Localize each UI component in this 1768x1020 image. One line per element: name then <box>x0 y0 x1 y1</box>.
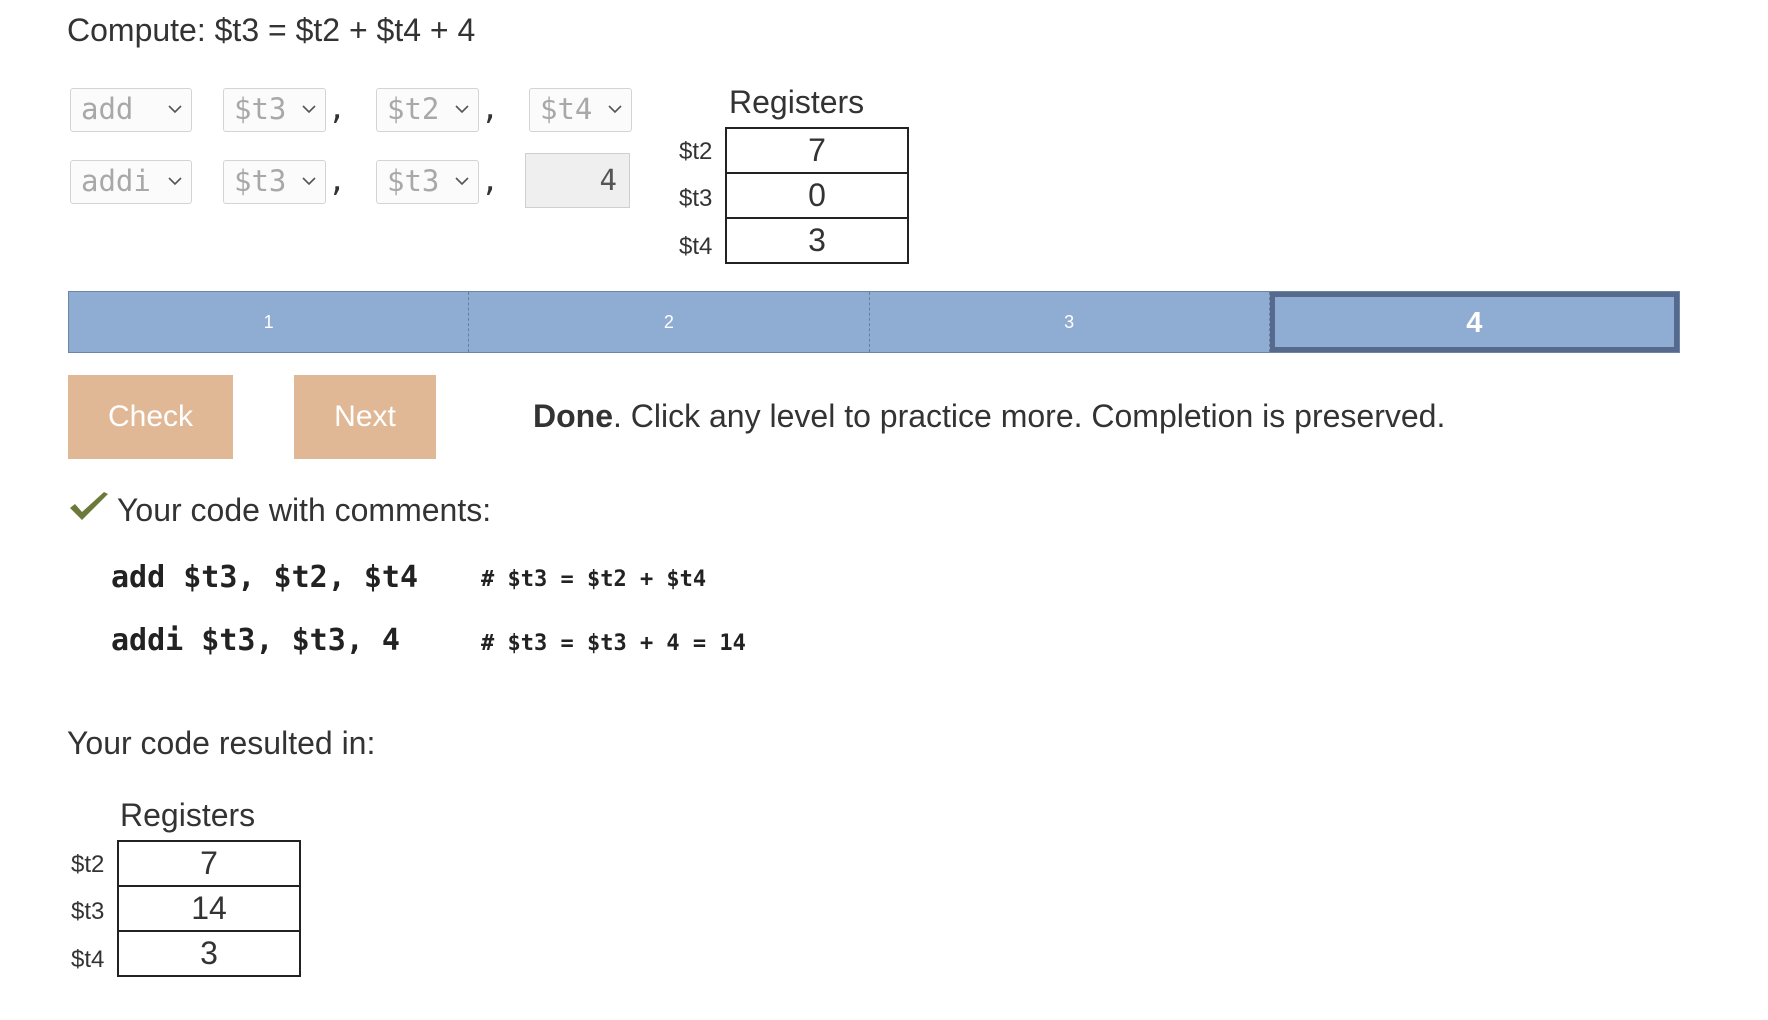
comma: , <box>328 92 347 127</box>
register-label: $t2 <box>71 851 105 878</box>
code-comment: # $t3 = $t2 + $t4 <box>481 567 707 592</box>
result-registers-table: 7 14 3 <box>117 840 301 977</box>
comma: , <box>481 92 500 127</box>
register-row: 7 <box>725 127 909 174</box>
rd-select-2[interactable]: $t3 <box>223 160 326 204</box>
comments-title: Your code with comments: <box>117 492 492 528</box>
registers-title: Registers <box>729 84 865 120</box>
rt-select-1[interactable]: $t4 <box>529 88 632 132</box>
opcode-value: addi <box>81 164 151 198</box>
register-label: $t3 <box>71 898 105 925</box>
code-comment: # $t3 = $t3 + 4 = 14 <box>481 631 746 656</box>
register-value: 7 <box>725 127 909 174</box>
registers-title: Registers <box>120 797 256 833</box>
rt-value: $t4 <box>540 92 593 126</box>
register-label: $t3 <box>679 185 713 212</box>
prompt-text: Compute: $t3 = $t2 + $t4 + 4 <box>67 12 476 48</box>
code-line: addi $t3, $t3, 4 <box>111 623 400 658</box>
rs-value: $t3 <box>387 164 440 198</box>
comma: , <box>481 164 500 199</box>
chevron-down-icon <box>302 177 316 186</box>
rd-value: $t3 <box>234 164 287 198</box>
rs-value: $t2 <box>387 92 440 126</box>
register-row: 3 <box>117 930 301 977</box>
register-label: $t2 <box>679 138 713 165</box>
comma: , <box>328 164 347 199</box>
register-label: $t4 <box>71 946 105 973</box>
register-row: 0 <box>725 172 909 219</box>
chevron-down-icon <box>455 105 469 114</box>
rs-select-1[interactable]: $t2 <box>376 88 479 132</box>
chevron-down-icon <box>168 177 182 186</box>
status-text: . Click any level to practice more. Comp… <box>613 398 1446 434</box>
opcode-select-1[interactable]: add <box>70 88 192 132</box>
register-value: 0 <box>725 172 909 219</box>
level-2[interactable]: 2 <box>469 292 870 352</box>
chevron-down-icon <box>608 105 622 114</box>
status-message: Done. Click any level to practice more. … <box>533 398 1445 435</box>
check-button[interactable]: Check <box>68 375 233 459</box>
level-1[interactable]: 1 <box>69 292 470 352</box>
result-title: Your code resulted in: <box>67 725 376 761</box>
level-bar: 1 2 3 4 <box>68 291 1680 353</box>
level-3[interactable]: 3 <box>870 292 1270 352</box>
register-label: $t4 <box>679 233 713 260</box>
opcode-select-2[interactable]: addi <box>70 160 192 204</box>
registers-table: 7 0 3 <box>725 127 909 264</box>
code-line: add $t3, $t2, $t4 <box>111 560 419 595</box>
register-value: 7 <box>117 840 301 887</box>
chevron-down-icon <box>455 177 469 186</box>
checkmark-icon <box>70 492 108 520</box>
register-value: 14 <box>117 885 301 932</box>
register-row: 3 <box>725 217 909 264</box>
chevron-down-icon <box>302 105 316 114</box>
immediate-input[interactable]: 4 <box>525 153 630 208</box>
status-bold: Done <box>533 398 613 434</box>
register-value: 3 <box>117 930 301 977</box>
rd-value: $t3 <box>234 92 287 126</box>
register-row: 14 <box>117 885 301 932</box>
opcode-value: add <box>81 92 134 126</box>
chevron-down-icon <box>168 105 182 114</box>
rd-select-1[interactable]: $t3 <box>223 88 326 132</box>
next-button[interactable]: Next <box>294 375 436 459</box>
register-value: 3 <box>725 217 909 264</box>
rs-select-2[interactable]: $t3 <box>376 160 479 204</box>
prompt-title: Compute: $t3 = $t2 + $t4 + 4 <box>67 12 475 49</box>
level-4[interactable]: 4 <box>1269 292 1679 352</box>
register-row: 7 <box>117 840 301 887</box>
